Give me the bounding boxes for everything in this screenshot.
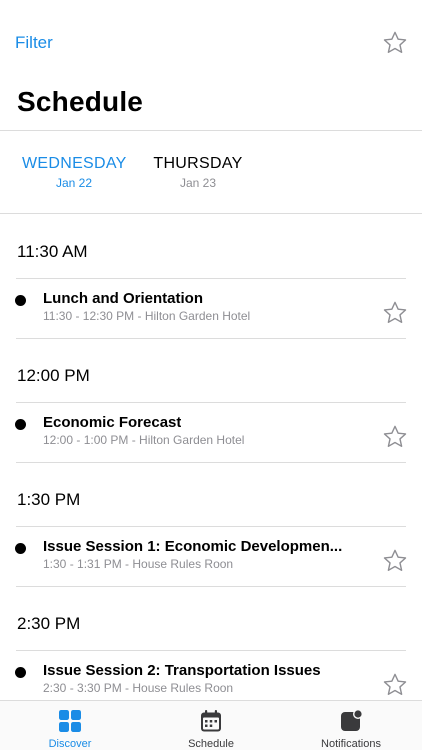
notification-badge-icon [341, 709, 363, 731]
list-item[interactable]: Economic Forecast 12:00 - 1:00 PM - Hilt… [0, 403, 422, 463]
event-title: Economic Forecast [43, 414, 182, 431]
time-header: 1:30 PM [17, 490, 81, 509]
tab-label: Schedule [188, 738, 234, 750]
tab-wednesday[interactable]: WEDNESDAY Jan 22 [22, 155, 126, 190]
tab-bar: Discover Schedule Notifications [0, 700, 422, 750]
event-detail: 11:30 - 12:30 PM - Hilton Garden Hotel [43, 309, 251, 323]
tab-date-label: Jan 22 [55, 176, 93, 190]
star-outline-icon[interactable] [382, 300, 408, 326]
list-item[interactable]: Issue Session 1: Economic Developmen... … [0, 527, 422, 587]
bullet-dot [15, 419, 26, 430]
star-outline-icon[interactable] [382, 548, 408, 574]
separator [16, 338, 406, 339]
bullet-dot [15, 543, 26, 554]
star-outline-icon[interactable] [382, 30, 408, 56]
bullet-dot [15, 295, 26, 306]
divider [0, 130, 422, 131]
tab-thursday[interactable]: THURSDAY Jan 23 [150, 155, 246, 190]
time-header: 2:30 PM [17, 614, 81, 633]
navigation-bar: Filter [0, 0, 422, 84]
time-header: 12:00 PM [17, 366, 90, 385]
star-outline-icon[interactable] [382, 672, 408, 698]
grid-icon [59, 710, 81, 732]
list-item[interactable]: Issue Session 2: Transportation Issues 2… [0, 651, 422, 700]
event-title: Issue Session 1: Economic Developmen... [43, 538, 343, 555]
tab-date-label: Jan 23 [179, 176, 217, 190]
time-header: 11:30 AM [17, 242, 88, 261]
tab-day-label: THURSDAY [153, 155, 243, 172]
filter-button[interactable]: Filter [15, 33, 53, 53]
calendar-icon [201, 710, 221, 732]
tab-label: Discover [48, 738, 92, 750]
event-title: Lunch and Orientation [43, 290, 203, 307]
separator [16, 586, 406, 587]
event-detail: 12:00 - 1:00 PM - Hilton Garden Hotel [43, 433, 245, 447]
bullet-dot [15, 667, 26, 678]
schedule-list[interactable]: 11:30 AM Lunch and Orientation 11:30 - 1… [0, 214, 422, 700]
tab-label: Notifications [321, 738, 381, 750]
list-item[interactable]: Lunch and Orientation 11:30 - 12:30 PM -… [0, 279, 422, 339]
event-detail: 2:30 - 3:30 PM - House Rules Roon [43, 681, 234, 695]
event-title: Issue Session 2: Transportation Issues [43, 662, 321, 679]
event-detail: 1:30 - 1:31 PM - House Rules Roon [43, 557, 234, 571]
page-title: Schedule [17, 86, 144, 117]
tab-day-label: WEDNESDAY [22, 155, 127, 172]
star-outline-icon[interactable] [382, 424, 408, 450]
tab-notifications[interactable]: Notifications [281, 701, 421, 750]
separator [16, 462, 406, 463]
tab-schedule[interactable]: Schedule [141, 701, 281, 750]
tab-discover[interactable]: Discover [0, 701, 140, 750]
